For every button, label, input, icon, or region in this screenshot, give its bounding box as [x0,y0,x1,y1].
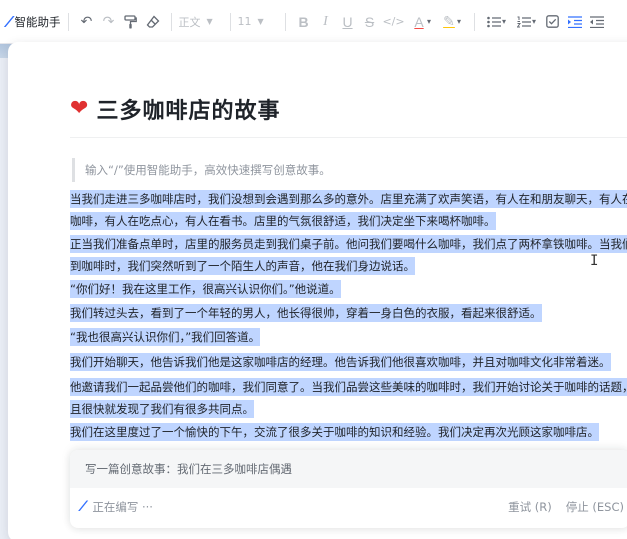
chevron-down-icon: ▾ [502,17,507,26]
toolbar-divider [67,12,69,31]
eraser-icon[interactable] [142,11,164,33]
ai-status-label: 正在编写 ··· [92,500,153,514]
code-icon[interactable]: </> [381,11,407,33]
toolbar-divider [473,12,475,31]
strikethrough-icon[interactable]: S [359,11,381,33]
document-title-row: ❤ 三多咖啡店的故事 [70,93,280,125]
text-style-value: 正文 [178,15,201,29]
toolbar-divider [170,12,172,31]
ordered-list-icon [517,16,531,27]
bullet-list-button[interactable]: ▾ [482,10,512,34]
paragraph-line: 他邀请我们一起品尝他们的咖啡，我们同意了。当我们品尝这些美味的咖啡时，我们开始讨… [70,378,627,396]
ai-status: ⁄ 正在编写 ··· [82,499,153,515]
italic-icon[interactable]: I [315,11,337,33]
font-size-select[interactable]: 11 ▼ [238,10,278,34]
bold-icon[interactable]: B [293,11,315,33]
story-paragraph[interactable]: “你们好！我在这里工作，很高兴认识你们。”他说道。 [70,278,627,300]
ordered-list-button[interactable]: ▾ [512,10,542,34]
chevron-down-icon: ▼ [257,17,264,26]
paragraph-line: “我也很高兴认识你们，”我们回答道。 [70,328,261,346]
font-size-value: 11 [237,15,252,28]
highlight-button[interactable]: ✎ ▾ [437,10,467,34]
checkbox-icon[interactable] [542,11,564,33]
redo-icon[interactable]: ↷ [98,11,120,33]
story-paragraph[interactable]: 我们转过头去，看到了一个年轻的男人，他长得很帅，穿着一身白色的衣服，看起来很舒适… [70,302,627,324]
format-painter-icon[interactable] [120,11,142,33]
ai-assistant-button[interactable]: ⁄ 智能助手 [8,10,61,34]
story-paragraph[interactable]: “我也很高兴认识你们，”我们回答道。 [70,326,627,348]
text-cursor-icon: I [590,253,599,269]
underline-icon[interactable]: U [337,11,359,33]
paragraph-line: 我们转过头去，看到了一个年轻的男人，他长得很帅，穿着一身白色的衣服，看起来很舒适… [70,304,542,322]
ai-hint-placeholder[interactable]: 输入“/”使用智能助手，高效快速撰写创意故事。 [72,158,331,182]
text-style-select[interactable]: 正文 ▼ [179,10,223,34]
retry-button[interactable]: 重试 (R) [508,499,552,515]
story-paragraph[interactable]: 正当我们准备点单时，店里的服务员走到我们桌子前。他问我们要喝什么咖啡，我们点了两… [70,233,627,277]
ai-prompt-text[interactable]: 写一篇创意故事：我们在三多咖啡店偶遇 [70,450,627,488]
indent-icon[interactable] [564,11,586,33]
story-paragraph[interactable]: 我们在这里度过了一个愉快的下午，交流了很多关于咖啡的知识和经验。我们决定再次光顾… [70,421,627,443]
outdent-icon[interactable] [586,11,608,33]
ai-writing-panel: 写一篇创意故事：我们在三多咖啡店偶遇 ⁄ 正在编写 ··· 重试 (R) 停止 … [70,450,627,528]
font-color-button[interactable]: A ▾ [407,10,437,34]
ai-actions: 重试 (R) 停止 (ESC) [508,499,624,515]
paragraph-line: 咖啡，有人在吃点心，有人在看书。店里的气氛很舒适，我们决定坐下来喝杯咖啡。 [70,212,496,230]
chevron-down-icon: ▾ [532,17,537,26]
ai-assistant-icon: ⁄ [8,12,11,31]
bullet-list-icon [487,16,501,27]
toolbar-divider [284,12,286,31]
stop-button[interactable]: 停止 (ESC) [566,499,624,515]
toolbar-divider [229,12,231,31]
ai-assistant-label: 智能助手 [14,14,61,29]
page-title[interactable]: 三多咖啡店的故事 [96,93,280,125]
chevron-down-icon: ▾ [457,17,462,26]
font-color-icon: A [414,13,424,30]
paragraph-line: 且很快就发现了我们有很多共同点。 [70,400,254,418]
story-paragraph[interactable]: 我们开始聊天，他告诉我们他是这家咖啡店的经理。他告诉我们他很喜欢咖啡，并且对咖啡… [70,351,627,373]
paragraph-line: 我们在这里度过了一个愉快的下午，交流了很多关于咖啡的知识和经验。我们决定再次光顾… [70,423,599,441]
story-paragraph[interactable]: 他邀请我们一起品尝他们的咖啡，我们同意了。当我们品尝这些美味的咖啡时，我们开始讨… [70,376,627,420]
editor-toolbar: ⁄ 智能助手 ↶ ↷ 正文 ▼ 11 ▼ B I U S </> A ▾ ✎ ▾… [0,0,627,44]
story-paragraph[interactable]: 当我们走进三多咖啡店时，我们没想到会遇到那么多的意外。店里充满了欢声笑语，有人在… [70,188,627,232]
ai-assistant-icon: ⁄ [82,499,85,515]
highlight-icon: ✎ [443,13,455,30]
title-divider [70,137,627,138]
paragraph-line: 到咖啡时，我们突然听到了一个陌生人的声音，他在我们身边说话。 [70,257,415,275]
paragraph-line: 我们开始聊天，他告诉我们他是这家咖啡店的经理。他告诉我们他很喜欢咖啡，并且对咖啡… [70,353,611,371]
undo-icon[interactable]: ↶ [76,11,98,33]
paragraph-line: 正当我们准备点单时，店里的服务员走到我们桌子前。他问我们要喝什么咖啡，我们点了两… [70,235,627,253]
chevron-down-icon: ▼ [206,17,213,26]
heart-icon[interactable]: ❤ [70,98,88,120]
paragraph-line: “你们好！我在这里工作，很高兴认识你们。”他说道。 [70,280,341,298]
paragraph-line: 当我们走进三多咖啡店时，我们没想到会遇到那么多的意外。店里充满了欢声笑语，有人在… [70,190,627,208]
chevron-down-icon: ▾ [427,17,432,26]
